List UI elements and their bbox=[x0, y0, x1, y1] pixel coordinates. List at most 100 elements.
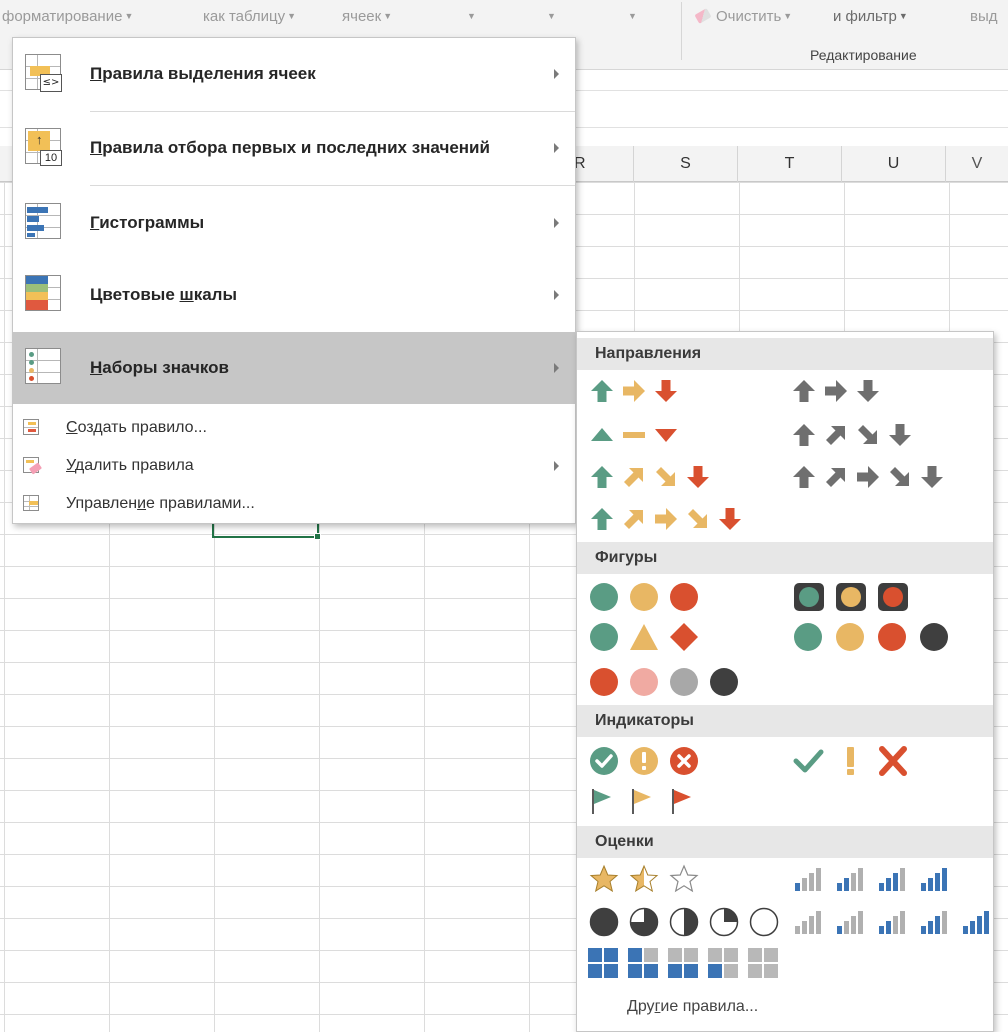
find-select-label: выд bbox=[970, 8, 998, 25]
menu-item-color-scales[interactable]: Цветовые шкалы bbox=[13, 259, 575, 331]
gray-circle-icon bbox=[670, 668, 698, 696]
circle-three-quarters-icon bbox=[629, 907, 659, 937]
menu-item-top-bottom-rules[interactable]: ↑ 10 Правила отбора первых и последних з… bbox=[13, 112, 575, 184]
menu-item-icon-sets[interactable]: Наборы значков bbox=[13, 332, 575, 404]
gray-down-arrow-icon bbox=[857, 380, 879, 402]
find-select-button[interactable]: выд bbox=[970, 8, 998, 25]
ribbon-group-label: Редактирование bbox=[810, 47, 917, 63]
ribbon-dropdown-3[interactable]: ▼ bbox=[626, 8, 637, 25]
menu-item-clear-rules[interactable]: Удалить правила bbox=[13, 447, 575, 485]
new-rule-icon bbox=[23, 419, 41, 437]
column-header-s[interactable]: S bbox=[634, 146, 738, 182]
red-circle-icon bbox=[590, 668, 618, 696]
yellow-exclamation-circle-icon bbox=[630, 747, 658, 775]
section-header-indicators: Индикаторы bbox=[577, 705, 993, 737]
box-2-filled-icon bbox=[668, 948, 698, 978]
column-header-u[interactable]: U bbox=[842, 146, 946, 182]
gray-down-right-arrow-icon bbox=[858, 425, 877, 444]
clear-label: Очистить bbox=[716, 8, 782, 25]
red-x-circle-icon bbox=[670, 747, 698, 775]
gray-up-arrow-icon bbox=[793, 380, 815, 402]
submenu-arrow-icon bbox=[554, 143, 559, 153]
section-header-shapes: Фигуры bbox=[577, 542, 993, 574]
iconset-5-arrows-colored[interactable] bbox=[589, 505, 749, 533]
icon-sets-submenu: Направления Фигуры Индикаторы Оценки Дру… bbox=[576, 331, 994, 1032]
menu-item-new-rule[interactable]: Создать правило... bbox=[13, 409, 575, 447]
yellow-right-arrow-icon bbox=[655, 508, 677, 530]
column-header-t[interactable]: T bbox=[738, 146, 842, 182]
green-triangle-up-icon bbox=[591, 428, 613, 441]
green-rimmed-light-icon bbox=[794, 583, 824, 611]
icon-sets-icon bbox=[25, 348, 61, 384]
menu-item-data-bars[interactable]: Гистограммы bbox=[13, 187, 575, 259]
box-1-filled-icon bbox=[708, 948, 738, 978]
column-header-v[interactable]: V bbox=[946, 146, 1008, 182]
yellow-down-right-arrow-icon bbox=[688, 509, 707, 528]
iconset-5-ratings[interactable] bbox=[793, 908, 1003, 936]
iconset-3-triangles[interactable] bbox=[589, 421, 685, 449]
clear-button[interactable]: Очистить ▼ bbox=[694, 8, 793, 25]
format-as-table-label: как таблицу bbox=[203, 8, 286, 25]
format-as-table-button[interactable]: как таблицу ▼ bbox=[203, 8, 296, 25]
iconset-3-arrows-gray[interactable] bbox=[791, 377, 887, 405]
red-circle-icon bbox=[878, 623, 906, 651]
circle-empty-icon bbox=[749, 907, 779, 937]
iconset-3-flags[interactable] bbox=[589, 787, 709, 815]
iconset-4-arrows-colored[interactable] bbox=[589, 463, 717, 491]
sort-filter-button[interactable]: и фильтр ▼ bbox=[833, 8, 908, 25]
iconset-3-symbols[interactable] bbox=[793, 746, 919, 776]
pink-circle-icon bbox=[630, 668, 658, 696]
yellow-exclamation-icon bbox=[847, 747, 854, 775]
iconset-5-quarters[interactable] bbox=[589, 907, 789, 937]
conditional-format-button[interactable]: форматирование ▼ bbox=[2, 8, 133, 25]
yellow-down-right-arrow-icon bbox=[656, 467, 675, 486]
dropdown-arrow-icon: ▼ bbox=[783, 11, 793, 21]
iconset-3-traffic-lights[interactable] bbox=[589, 583, 709, 611]
red-rimmed-light-icon bbox=[878, 583, 908, 611]
red-flag-icon bbox=[672, 789, 691, 814]
section-header-ratings: Оценки bbox=[577, 826, 993, 858]
yellow-dash-icon bbox=[623, 432, 645, 438]
color-scales-icon bbox=[25, 275, 61, 311]
black-circle-icon bbox=[710, 668, 738, 696]
data-bars-icon bbox=[25, 203, 61, 239]
circle-full-icon bbox=[589, 907, 619, 937]
gray-up-right-arrow-icon bbox=[826, 468, 845, 487]
red-diamond-icon bbox=[670, 623, 698, 651]
iconset-3-arrows-colored[interactable] bbox=[589, 377, 685, 405]
green-check-icon bbox=[793, 749, 824, 773]
signal-1-bar-icon bbox=[837, 911, 863, 934]
iconset-5-arrows-gray[interactable] bbox=[791, 463, 951, 491]
iconset-4-red-to-black[interactable] bbox=[589, 668, 749, 696]
iconset-3-traffic-lights-rimmed[interactable] bbox=[793, 583, 919, 611]
submenu-arrow-icon bbox=[554, 363, 559, 373]
fill-handle[interactable] bbox=[314, 533, 321, 540]
gray-up-arrow-icon bbox=[793, 424, 815, 446]
gray-up-right-arrow-icon bbox=[826, 426, 845, 445]
signal-4-bars-icon bbox=[963, 911, 989, 934]
iconset-3-stars[interactable] bbox=[589, 864, 709, 893]
circle-half-icon bbox=[669, 907, 699, 937]
green-up-arrow-icon bbox=[591, 380, 613, 402]
iconset-4-ratings[interactable] bbox=[793, 865, 961, 893]
red-x-icon bbox=[879, 746, 907, 776]
yellow-flag-icon bbox=[632, 789, 651, 814]
ribbon-dropdown-2[interactable]: ▼ bbox=[545, 8, 556, 25]
yellow-rimmed-light-icon bbox=[836, 583, 866, 611]
sort-filter-label: и фильтр bbox=[833, 8, 897, 25]
green-up-arrow-icon bbox=[591, 508, 613, 530]
iconset-4-arrows-gray[interactable] bbox=[791, 421, 919, 449]
manage-rules-icon bbox=[23, 495, 41, 513]
iconset-4-traffic-lights[interactable] bbox=[793, 623, 961, 651]
iconset-3-signs[interactable] bbox=[589, 623, 709, 651]
iconset-5-boxes[interactable] bbox=[587, 948, 787, 978]
iconset-3-symbols-circled[interactable] bbox=[589, 747, 709, 775]
cell-styles-button[interactable]: ячеек ▼ bbox=[342, 8, 392, 25]
ribbon-dropdown-1[interactable]: ▼ bbox=[465, 8, 476, 25]
star-empty-icon bbox=[669, 864, 699, 893]
dropdown-arrow-icon: ▼ bbox=[628, 11, 637, 21]
menu-item-manage-rules[interactable]: Управление правилами... bbox=[13, 485, 575, 523]
circle-quarter-icon bbox=[709, 907, 739, 937]
more-rules-link[interactable]: Другие правила... bbox=[627, 998, 758, 1016]
menu-item-highlight-cells-rules[interactable]: ≤> Правила выделения ячеек bbox=[13, 38, 575, 110]
